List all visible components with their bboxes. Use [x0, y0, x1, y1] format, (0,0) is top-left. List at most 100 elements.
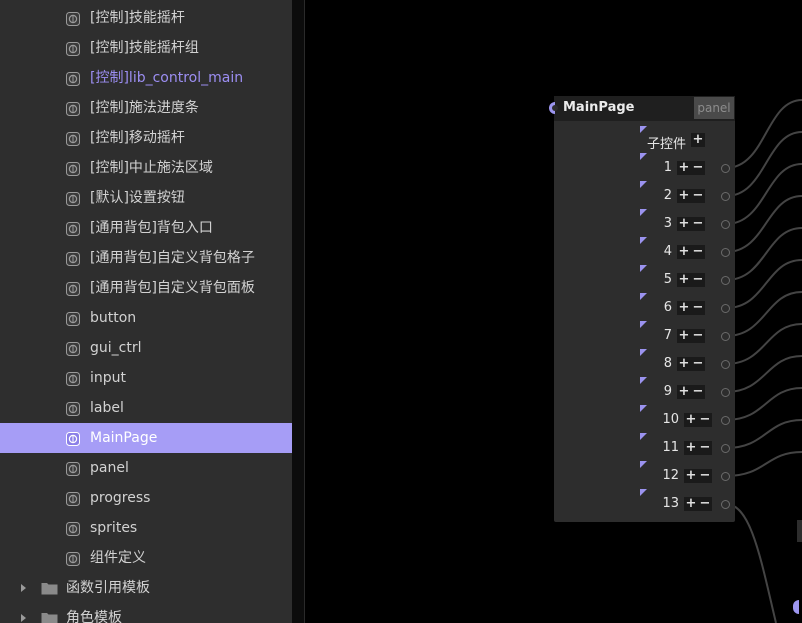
connection-wire [725, 195, 802, 253]
component-icon [66, 101, 80, 116]
remove-slot-button[interactable]: − [691, 189, 705, 203]
output-port[interactable] [721, 500, 730, 509]
output-port[interactable] [721, 220, 730, 229]
tree-item[interactable]: button [0, 303, 292, 333]
offscreen-node-input-port[interactable] [793, 600, 799, 614]
add-slot-button[interactable]: + [684, 469, 698, 483]
tree-item[interactable]: MainPage [0, 423, 292, 453]
tree-item[interactable]: panel [0, 453, 292, 483]
child-slot-label: 10 [662, 412, 679, 427]
tree-item[interactable]: [控制]中止施法区域 [0, 153, 292, 183]
tree-item-label: label [90, 400, 124, 416]
tree-item[interactable]: [控制]移动摇杆 [0, 123, 292, 153]
remove-slot-button[interactable]: − [691, 245, 705, 259]
tree-item[interactable]: sprites [0, 513, 292, 543]
child-slot-label: 6 [663, 300, 672, 315]
add-slot-button[interactable]: + [677, 217, 691, 231]
remove-slot-button[interactable]: − [691, 217, 705, 231]
add-slot-button[interactable]: + [677, 357, 691, 371]
connection-wire [725, 291, 802, 337]
tree-item-label: button [90, 310, 137, 326]
node-header[interactable]: MainPage panel [554, 96, 735, 121]
component-icon [66, 311, 80, 326]
node-input-port-dot [552, 105, 558, 111]
output-port[interactable] [721, 164, 730, 173]
remove-slot-button[interactable]: − [691, 357, 705, 371]
folder-icon [41, 610, 58, 623]
tree-item[interactable]: [控制]技能摇杆 [0, 3, 292, 33]
tree-item[interactable]: 组件定义 [0, 543, 292, 573]
component-icon [66, 251, 80, 266]
output-port[interactable] [721, 444, 730, 453]
tree-item[interactable]: [通用背包]自定义背包格子 [0, 243, 292, 273]
tree-item[interactable]: [控制]lib_control_main [0, 63, 292, 93]
remove-slot-button[interactable]: − [698, 413, 712, 427]
row-flag-icon [640, 433, 647, 440]
remove-slot-button[interactable]: − [691, 385, 705, 399]
tree-item[interactable]: [通用背包]自定义背包面板 [0, 273, 292, 303]
add-slot-button[interactable]: + [677, 161, 691, 175]
add-slot-button[interactable]: + [684, 413, 698, 427]
children-flag-icon [640, 126, 647, 133]
component-icon [66, 191, 80, 206]
mainpage-node[interactable]: MainPage panel 子控件 + 1 + −2 + −3 + −4 + −5 + −6 + −7… [549, 96, 735, 522]
tree-folder[interactable]: 角色模板 [0, 603, 292, 623]
remove-slot-button[interactable]: − [691, 329, 705, 343]
output-port[interactable] [721, 360, 730, 369]
tree-item[interactable]: gui_ctrl [0, 333, 292, 363]
component-icon [66, 131, 80, 146]
panel-splitter[interactable] [292, 0, 305, 623]
add-child-button[interactable]: + [691, 133, 705, 147]
child-slot-label: 7 [663, 328, 672, 343]
tree-item[interactable]: [控制]施法进度条 [0, 93, 292, 123]
child-slot-label: 9 [663, 384, 672, 399]
expand-arrow-icon[interactable] [21, 614, 26, 622]
remove-slot-button[interactable]: − [698, 497, 712, 511]
tree-item-label: [控制]中止施法区域 [90, 160, 213, 176]
offscreen-node-edge[interactable] [797, 520, 802, 542]
remove-slot-button[interactable]: − [691, 301, 705, 315]
add-slot-button[interactable]: + [677, 301, 691, 315]
add-slot-button[interactable]: + [677, 385, 691, 399]
component-icon [66, 281, 80, 296]
output-port[interactable] [721, 332, 730, 341]
expand-arrow-icon[interactable] [21, 584, 26, 592]
tree-item[interactable]: input [0, 363, 292, 393]
remove-slot-button[interactable]: − [691, 161, 705, 175]
tree-item-label: [通用背包]自定义背包面板 [90, 280, 255, 296]
remove-slot-button[interactable]: − [698, 441, 712, 455]
tree-item[interactable]: [默认]设置按钮 [0, 183, 292, 213]
component-icon [66, 491, 80, 506]
tree-item-label: [控制]施法进度条 [90, 100, 199, 116]
tree-item-label: MainPage [90, 430, 158, 446]
child-slot-label: 8 [663, 356, 672, 371]
component-icon [66, 551, 80, 566]
remove-slot-button[interactable]: − [698, 469, 712, 483]
tree-item-label: progress [90, 490, 151, 506]
remove-slot-button[interactable]: − [691, 273, 705, 287]
tree-item[interactable]: [控制]技能摇杆组 [0, 33, 292, 63]
add-slot-button[interactable]: + [684, 441, 698, 455]
output-port[interactable] [721, 416, 730, 425]
tree-item[interactable]: label [0, 393, 292, 423]
output-port[interactable] [721, 304, 730, 313]
tree-item[interactable]: progress [0, 483, 292, 513]
add-slot-button[interactable]: + [677, 329, 691, 343]
add-slot-button[interactable]: + [684, 497, 698, 511]
output-port[interactable] [721, 192, 730, 201]
connection-wire [725, 387, 802, 421]
row-flag-icon [640, 405, 647, 412]
add-slot-button[interactable]: + [677, 273, 691, 287]
row-flag-icon [640, 293, 647, 300]
tree-item[interactable]: [通用背包]背包入口 [0, 213, 292, 243]
child-slot-label: 13 [662, 496, 679, 511]
output-port[interactable] [721, 248, 730, 257]
output-port[interactable] [721, 276, 730, 285]
add-slot-button[interactable]: + [677, 245, 691, 259]
output-port[interactable] [721, 472, 730, 481]
output-port[interactable] [721, 388, 730, 397]
tree-item-label: [控制]lib_control_main [90, 70, 244, 86]
connection-wire [725, 227, 802, 281]
add-slot-button[interactable]: + [677, 189, 691, 203]
tree-folder[interactable]: 函数引用模板 [0, 573, 292, 603]
